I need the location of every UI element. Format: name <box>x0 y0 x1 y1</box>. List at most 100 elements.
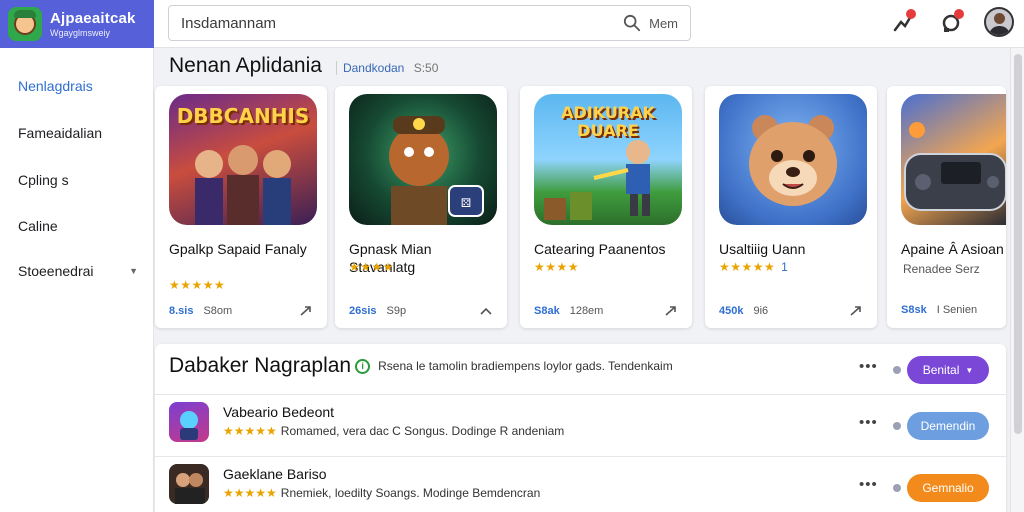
people-icon <box>175 473 205 504</box>
status-dot <box>893 484 901 492</box>
rating-stars: ★★★★ <box>349 260 395 274</box>
featured-header: Nenan Aplidania Dandkodan S:50 <box>169 54 438 78</box>
app-description: Rnemiek, loedilty Soangs. Modinge Bemden… <box>280 486 541 500</box>
card-footer: S8ak 128em <box>534 304 678 318</box>
rating-stars: ★★★★★ <box>223 486 277 500</box>
app-name[interactable]: Gaeklane Bariso <box>223 466 327 482</box>
scrollbar-thumb[interactable] <box>1014 54 1022 434</box>
sidebar-item-3[interactable]: Cpling s <box>18 172 138 188</box>
card-footer: S8sk I Senien <box>901 304 992 316</box>
install-button[interactable]: Demendin <box>907 412 989 440</box>
app-thumbnail[interactable] <box>901 94 1006 225</box>
chat-badge <box>954 9 964 19</box>
install-button[interactable]: Gemnalio <box>907 474 989 502</box>
app-title: Ajpaeaitcak <box>50 10 136 27</box>
app-thumbnail[interactable]: DBBCANHIS <box>169 94 317 225</box>
app-name[interactable]: Vabeario Bedeont <box>223 404 334 420</box>
app-thumbnail[interactable]: ADIKURAK DUARE <box>534 94 682 225</box>
more-icon[interactable]: ••• <box>859 476 878 493</box>
app-name[interactable]: Catearing Paanentos <box>534 240 684 258</box>
search-icon[interactable] <box>623 14 641 32</box>
app-rating: ★★★★ <box>349 260 394 274</box>
card-footer: 26sis S9p <box>349 304 493 318</box>
search-button[interactable]: Mem <box>649 16 678 31</box>
scrollbar[interactable] <box>1010 48 1024 512</box>
card-footer: 450k 9i6 <box>719 304 863 318</box>
more-icon[interactable]: ••• <box>859 414 878 431</box>
status-dot <box>893 366 901 374</box>
app-size: 9i6 <box>753 305 769 317</box>
app-card[interactable]: ADIKURAK DUARE Catearing Paanentos ★★★★ … <box>520 86 692 328</box>
app-card[interactable]: ⚄ Gpnask Mian Stavanlatg ★★★★ 26sis S9p <box>335 86 507 328</box>
app-thumbnail[interactable] <box>719 94 867 225</box>
app-icon[interactable] <box>169 464 209 504</box>
trend-icon[interactable] <box>849 304 863 318</box>
app-price: S8ak <box>534 305 560 317</box>
top-actions <box>888 7 1014 37</box>
trend-icon[interactable] <box>299 304 313 318</box>
sidebar-item-label: Caline <box>18 218 58 234</box>
sidebar-item-5[interactable]: Stoeenedrai ▼ <box>18 263 138 279</box>
avatar[interactable] <box>984 7 1014 37</box>
rating-stars: ★★★★ <box>534 260 580 274</box>
trend-icon[interactable] <box>479 304 493 318</box>
app-card[interactable]: DBBCANHIS Gpalkp Sapaid Fanaly ★★★★★ 8.s… <box>155 86 327 328</box>
chevron-down-icon[interactable]: ▼ <box>129 266 138 276</box>
app-rating: ★★★★★ 1 <box>719 260 788 274</box>
app-rating: Renadee Serz <box>901 262 980 276</box>
chevron-down-icon: ▼ <box>965 365 974 375</box>
app-size: S9p <box>386 305 407 317</box>
sidebar-item-label: Cpling s <box>18 172 69 188</box>
app-name[interactable]: Gpalkp Sapaid Fanaly <box>169 240 319 258</box>
miner-illustration: ⚄ <box>389 116 484 225</box>
app-size: S8om <box>203 305 233 317</box>
search-input[interactable]: Insdamannam Mem <box>168 5 691 41</box>
app-rating: ★★★★ <box>534 260 579 274</box>
app-price: S8sk <box>901 304 927 316</box>
install-label: Demendin <box>920 419 976 433</box>
sidebar-item-4[interactable]: Caline <box>18 218 138 234</box>
app-thumbnail[interactable]: ⚄ <box>349 94 497 225</box>
app-price: 450k <box>719 305 744 317</box>
chat-icon[interactable] <box>936 7 966 37</box>
app-price: 8.sis <box>169 305 194 317</box>
divider <box>155 394 1006 395</box>
controller-illustration <box>904 122 1006 211</box>
svg-text:⚄: ⚄ <box>461 196 471 210</box>
app-price: 26sis <box>349 305 377 317</box>
sidebar-item-label: Nenlagdrais <box>18 78 93 94</box>
sidebar-item-1[interactable]: Nenlagdrais <box>18 78 138 94</box>
header-action-label: Benital <box>922 363 960 377</box>
featured-meta[interactable]: Dandkodan S:50 <box>335 61 439 75</box>
list-item[interactable]: Vabeario Bedeont ★★★★★ Romamed, vera dac … <box>169 402 989 450</box>
app-icon[interactable] <box>169 402 209 442</box>
search-value[interactable]: Insdamannam <box>181 15 623 32</box>
app-summary: ★★★★★ Romamed, vera dac C Songus. Dodinge… <box>223 424 564 438</box>
hero-illustration <box>544 140 650 220</box>
featured-cards: DBBCANHIS Gpalkp Sapaid Fanaly ★★★★★ 8.s… <box>155 86 1006 328</box>
more-icon[interactable]: ••• <box>859 358 878 375</box>
characters-illustration <box>195 145 291 225</box>
app-card[interactable]: Usaltiiig Uann ★★★★★ 1 450k 9i6 <box>705 86 877 328</box>
notification-icon[interactable] <box>888 7 918 37</box>
app-description: Romamed, vera dac C Songus. Dodinge R an… <box>280 424 565 438</box>
rating-stars: ★★★★★ <box>169 278 226 292</box>
app-logo-icon <box>8 7 42 41</box>
app-card[interactable]: Apaine Â Asioan Renadee Serz S8sk I Seni… <box>887 86 1006 328</box>
app-name[interactable]: Apaine Â Asioan <box>901 240 1024 258</box>
app-name[interactable]: Usaltiiig Uann <box>719 240 869 258</box>
header-action-button[interactable]: Benital ▼ <box>907 356 989 384</box>
main-content: Nenan Aplidania Dandkodan S:50 DBBCANHIS… <box>155 48 1006 512</box>
list-description: Rsena le tamolin bradiempens loylor gads… <box>378 359 673 373</box>
rating-stars: ★★★★★ <box>719 260 776 274</box>
rating-stars: ★★★★★ <box>223 424 277 438</box>
sidebar-item-label: Fameaidalian <box>18 125 103 141</box>
list-item[interactable]: Gaeklane Bariso ★★★★★ Rnemiek, loedilty S… <box>169 464 989 512</box>
brand[interactable]: Ajpaeaitcak Wgayglmsweiy <box>0 0 154 48</box>
app-size: 128em <box>569 305 604 317</box>
sidebar-item-2[interactable]: Fameaidalian <box>18 125 138 141</box>
featured-meta-label: Dandkodan <box>342 61 405 75</box>
trend-icon[interactable] <box>664 304 678 318</box>
app-size: I Senien <box>936 304 978 316</box>
featured-meta-count: S:50 <box>413 61 439 75</box>
